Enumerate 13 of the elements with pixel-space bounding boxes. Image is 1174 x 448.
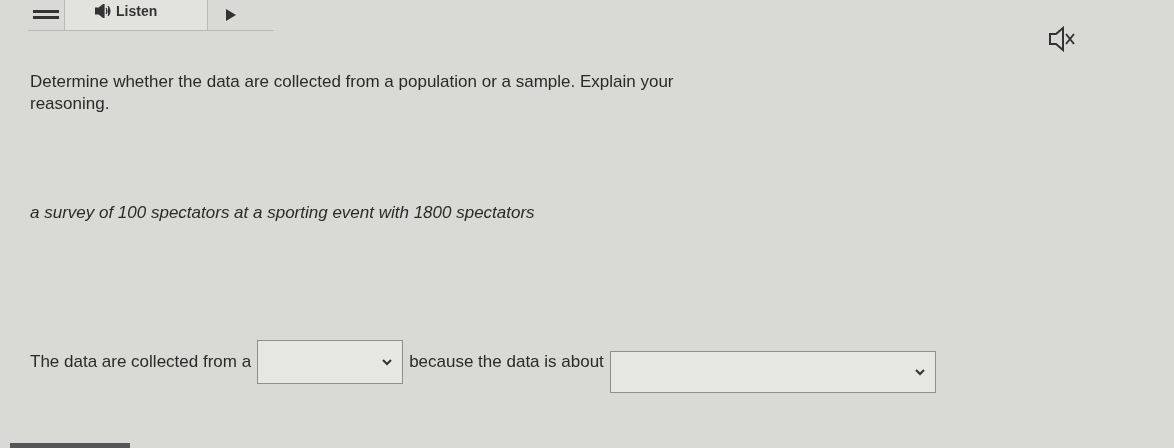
question-text: Determine whether the data are collected from a population or a sample. Explain your reasoning. (30, 71, 675, 115)
menu-icon[interactable] (33, 10, 59, 20)
answer-dropdown[interactable] (257, 340, 404, 384)
answer-text: because the data is about (409, 352, 604, 372)
play-icon (226, 9, 237, 21)
scenario-text: a survey of 100 spectators at a sporting event with 1800 spectators (30, 203, 536, 223)
chevron-down-icon (914, 368, 925, 376)
answer-dropdown[interactable] (609, 351, 936, 393)
speaker-icon (95, 4, 111, 18)
answer-text: The data are collected from a (30, 352, 252, 372)
listen-button[interactable]: Listen (64, 0, 209, 30)
mute-icon[interactable] (1048, 26, 1078, 52)
chevron-down-icon (382, 358, 393, 366)
